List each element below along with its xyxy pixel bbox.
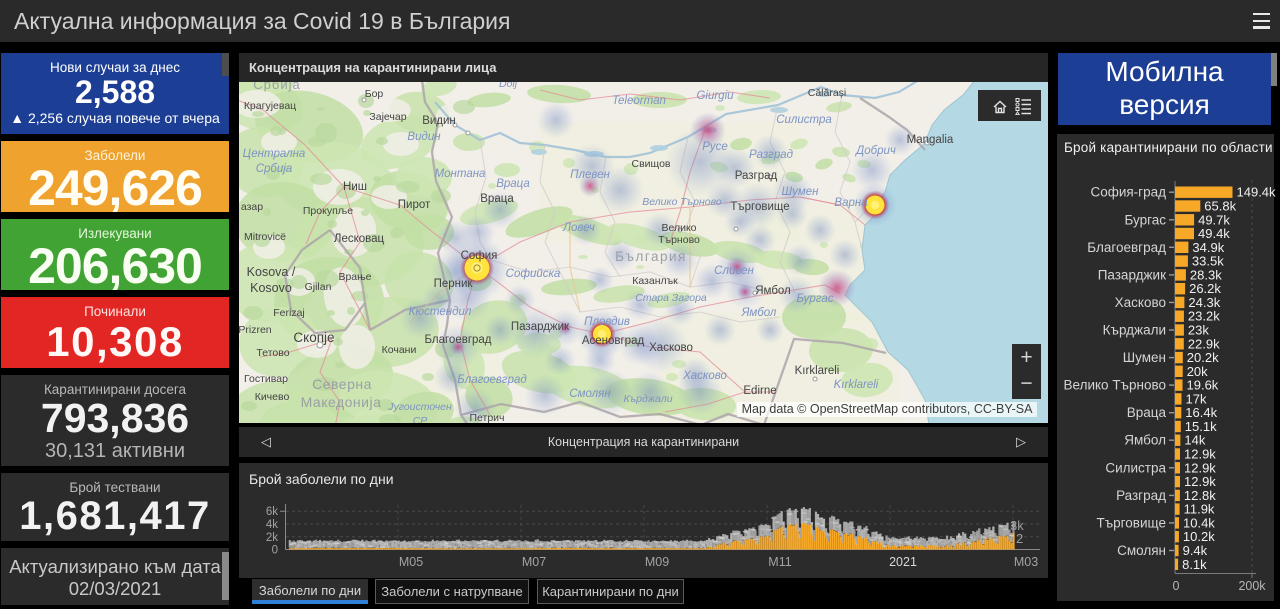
svg-text:Ямбол: Ямбол xyxy=(1124,433,1166,448)
svg-text:Пазарджик: Пазарджик xyxy=(1098,267,1166,282)
svg-text:34.9k: 34.9k xyxy=(1192,240,1224,255)
svg-text:M03: M03 xyxy=(1014,555,1038,569)
svg-text:Кърджали: Кърджали xyxy=(1103,323,1166,338)
svg-text:11.9k: 11.9k xyxy=(1184,502,1215,517)
svg-text:9.4k: 9.4k xyxy=(1183,543,1208,558)
svg-text:19.6k: 19.6k xyxy=(1187,378,1219,393)
svg-text:12.9k: 12.9k xyxy=(1184,460,1216,475)
svg-text:Хасково: Хасково xyxy=(1115,295,1166,310)
svg-text:33.5k: 33.5k xyxy=(1192,254,1224,269)
svg-text:10.4k: 10.4k xyxy=(1183,515,1215,530)
svg-text:Разград: Разград xyxy=(1116,488,1166,503)
svg-text:200k: 200k xyxy=(1238,579,1266,593)
svg-text:Силистра: Силистра xyxy=(1105,460,1166,475)
svg-text:2021: 2021 xyxy=(889,555,917,569)
svg-text:14k: 14k xyxy=(1184,433,1205,448)
svg-text:149.4k: 149.4k xyxy=(1237,185,1277,200)
svg-text:M07: M07 xyxy=(522,555,546,569)
svg-text:16.4k: 16.4k xyxy=(1185,405,1217,420)
svg-text:2: 2 xyxy=(1016,531,1023,546)
svg-text:65.8k: 65.8k xyxy=(1204,199,1236,214)
svg-text:Бургас: Бургас xyxy=(1124,212,1166,227)
svg-text:Търговище: Търговище xyxy=(1096,515,1166,530)
svg-text:2k: 2k xyxy=(266,532,278,544)
svg-text:M05: M05 xyxy=(399,555,423,569)
svg-text:10.2k: 10.2k xyxy=(1183,529,1215,544)
svg-text:23k: 23k xyxy=(1188,323,1209,338)
svg-text:24.3k: 24.3k xyxy=(1188,295,1220,310)
svg-text:49.4k: 49.4k xyxy=(1198,226,1230,241)
svg-text:Шумен: Шумен xyxy=(1123,350,1166,365)
svg-text:6k: 6k xyxy=(266,506,278,518)
svg-text:8.1k: 8.1k xyxy=(1182,557,1207,572)
svg-text:Смолян: Смолян xyxy=(1117,543,1166,558)
svg-text:0: 0 xyxy=(1173,579,1180,593)
svg-text:4k: 4k xyxy=(266,519,278,531)
svg-text:0: 0 xyxy=(272,545,278,557)
svg-text:17k: 17k xyxy=(1186,391,1207,406)
svg-text:Велико Търново: Велико Търново xyxy=(1064,378,1166,393)
svg-text:M09: M09 xyxy=(645,555,669,569)
svg-text:22.9k: 22.9k xyxy=(1188,336,1220,351)
svg-text:12.9k: 12.9k xyxy=(1184,474,1216,489)
svg-text:20k: 20k xyxy=(1187,364,1208,379)
svg-text:Благоевград: Благоевград xyxy=(1087,240,1166,255)
svg-text:M11: M11 xyxy=(768,555,791,569)
svg-text:28.3k: 28.3k xyxy=(1190,267,1222,282)
svg-text:12.9k: 12.9k xyxy=(1184,447,1216,462)
svg-text:23.2k: 23.2k xyxy=(1188,309,1220,324)
svg-text:София-град: София-град xyxy=(1090,185,1166,200)
svg-text:Враца: Враца xyxy=(1127,405,1167,420)
